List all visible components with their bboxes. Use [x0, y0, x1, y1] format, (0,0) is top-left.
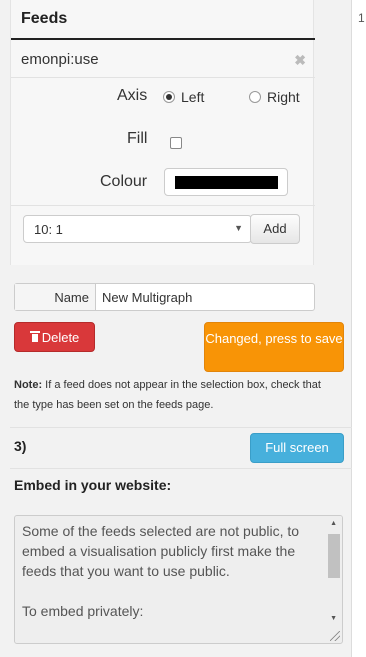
note-text: Note: If a feed does not appear in the s…	[14, 375, 334, 415]
save-button[interactable]: Changed, press to save	[204, 322, 344, 372]
axis-right-option[interactable]: Right	[249, 89, 300, 105]
delete-button[interactable]: Delete	[14, 322, 95, 352]
embed-paragraph: Some of the feeds selected are not publi…	[22, 523, 300, 579]
delete-label: Delete	[41, 329, 80, 345]
axis-tick-label: 1	[358, 11, 365, 25]
step-label: 3)	[14, 438, 27, 454]
axis-left-radio[interactable]	[163, 91, 175, 103]
trash-icon	[29, 331, 40, 343]
scroll-thumb[interactable]	[328, 534, 340, 578]
axis-label: Axis	[117, 87, 148, 104]
fill-checkbox[interactable]	[170, 137, 182, 149]
feeds-title: Feeds	[21, 10, 68, 27]
feeds-box: Feeds emonpi:use ✖ Axis Left Right Fill …	[10, 0, 315, 265]
graph-area-edge: 1	[352, 0, 366, 657]
chevron-down-icon: ▼	[234, 223, 243, 233]
feed-select[interactable]: 10: 1 ▼	[23, 215, 252, 243]
name-label: Name	[15, 284, 96, 310]
embed-text: Some of the feeds selected are not publi…	[22, 521, 322, 641]
divider	[11, 205, 315, 206]
feed-row: emonpi:use ✖	[11, 40, 315, 78]
axis-left-label: Left	[181, 89, 205, 105]
axis-left-option[interactable]: Left	[163, 89, 204, 105]
colour-swatch	[175, 176, 278, 189]
embed-paragraph: To embed privately:	[22, 603, 144, 619]
scroll-up-icon[interactable]: ▲	[330, 520, 337, 527]
add-button[interactable]: Add	[250, 214, 300, 244]
scroll-down-icon[interactable]: ▼	[330, 615, 337, 622]
axis-right-radio[interactable]	[249, 91, 261, 103]
divider	[10, 427, 352, 428]
embed-textarea[interactable]: Some of the feeds selected are not publi…	[14, 515, 343, 644]
scrollbar[interactable]: ▲ ▼	[326, 516, 342, 627]
name-field-group: Name New Multigraph	[14, 283, 315, 311]
name-input[interactable]: New Multigraph	[96, 284, 198, 310]
resize-handle-icon[interactable]	[330, 631, 340, 641]
remove-icon[interactable]: ✖	[294, 52, 306, 69]
fill-label: Fill	[127, 130, 148, 147]
axis-right-label: Right	[267, 89, 300, 105]
feed-name: emonpi:use	[21, 51, 99, 68]
divider	[10, 468, 352, 469]
note-bold: Note:	[14, 379, 43, 391]
embed-title: Embed in your website:	[14, 477, 172, 493]
fullscreen-button[interactable]: Full screen	[250, 433, 344, 463]
feed-select-value: 10: 1	[34, 222, 63, 237]
multigraph-panel: Feeds emonpi:use ✖ Axis Left Right Fill …	[0, 0, 352, 657]
note-body: If a feed does not appear in the selecti…	[14, 379, 321, 411]
colour-label: Colour	[100, 173, 148, 190]
colour-input[interactable]	[164, 168, 288, 196]
